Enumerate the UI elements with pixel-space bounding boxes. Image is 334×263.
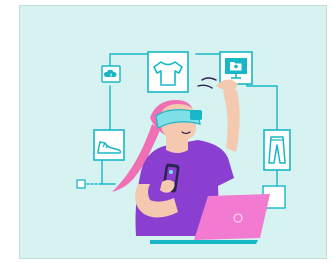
tshirt-icon xyxy=(147,51,189,93)
pants-icon xyxy=(263,129,291,171)
vr-shopping-illustration xyxy=(76,51,291,244)
shoe-icon xyxy=(93,129,125,161)
cloud-upload-icon xyxy=(101,65,121,83)
illustration-card xyxy=(19,5,327,259)
checkbox-icon xyxy=(76,179,86,189)
monitor-folder-icon xyxy=(219,51,253,85)
